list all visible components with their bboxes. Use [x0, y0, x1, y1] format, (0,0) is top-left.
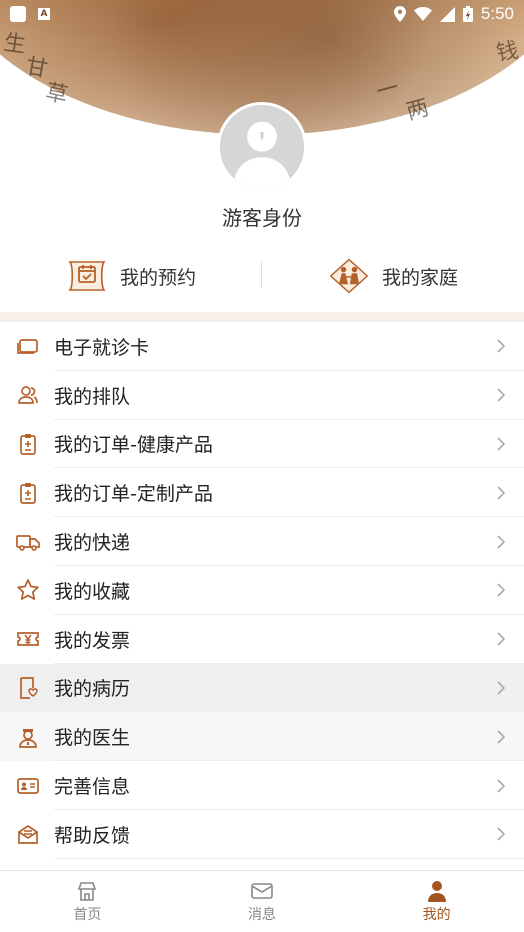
family-icon	[329, 258, 369, 294]
chevron-right-icon	[497, 388, 506, 402]
bottom-nav: 首页 消息 我的	[0, 870, 524, 932]
menu-item-label: 我的收藏	[54, 580, 131, 603]
doctor-icon	[16, 725, 40, 749]
menu-item-label: 我的排队	[54, 385, 131, 408]
divider	[54, 857, 524, 859]
menu-item-label: 我的订单-健康产品	[54, 434, 213, 457]
queue-people-icon	[16, 383, 40, 407]
menu-item-order-health[interactable]: 我的订单-健康产品	[0, 419, 524, 469]
chevron-right-icon	[497, 437, 506, 451]
nav-mine-label: 我的	[422, 906, 451, 923]
nav-home-label: 首页	[73, 906, 102, 923]
feedback-mail-icon	[16, 822, 40, 846]
order-clipboard-icon	[16, 481, 40, 505]
wifi-icon	[413, 7, 432, 21]
banner-char: 生	[2, 30, 28, 59]
menu-item-label: 我的病历	[54, 678, 131, 701]
calendar-scroll-icon	[68, 261, 106, 291]
avatar[interactable]	[217, 102, 307, 192]
menu-item-medical-card[interactable]: 电子就诊卡	[0, 322, 524, 371]
status-time: 5:50	[480, 4, 514, 23]
signal-icon	[439, 6, 455, 22]
menu-item-label: 电子就诊卡	[54, 336, 150, 359]
menu-item-queue[interactable]: 我的排队	[0, 370, 524, 420]
chevron-right-icon	[497, 827, 506, 841]
family-label: 我的家庭	[381, 266, 458, 289]
nav-messages-label: 消息	[248, 906, 276, 923]
battery-icon	[462, 6, 473, 22]
quick-divider	[261, 262, 262, 288]
family-button[interactable]: 我的家庭	[262, 248, 524, 304]
nav-messages[interactable]: 消息	[175, 871, 350, 932]
chevron-right-icon	[497, 632, 506, 646]
menu-item-label: 我的订单-定制产品	[54, 483, 213, 506]
chevron-right-icon	[497, 339, 506, 353]
menu-item-label: 帮助反馈	[54, 824, 131, 847]
id-card-icon	[16, 774, 40, 798]
order-clipboard-icon	[16, 432, 40, 456]
person-icon	[427, 880, 446, 902]
nav-mine[interactable]: 我的	[349, 871, 524, 932]
chevron-right-icon	[497, 730, 506, 744]
chevron-right-icon	[497, 778, 506, 793]
menu-item-label: 我的医生	[54, 727, 131, 750]
appointment-button[interactable]: 我的预约	[0, 248, 262, 304]
chevron-right-icon	[497, 583, 506, 597]
chevron-right-icon	[497, 535, 506, 549]
menu-item-medical-record[interactable]: 我的病历	[0, 663, 524, 713]
quick-actions: 我的预约 我的家庭	[0, 248, 524, 304]
menu-item-order-custom[interactable]: 我的订单-定制产品	[0, 468, 524, 518]
chevron-right-icon	[497, 486, 506, 500]
menu-item-favorites[interactable]: 我的收藏	[0, 565, 524, 615]
truck-icon	[16, 530, 40, 554]
notification-square-icon	[10, 6, 26, 22]
mail-icon	[251, 882, 273, 899]
card-icon	[16, 334, 40, 358]
menu-item-invoice[interactable]: 我的发票	[0, 614, 524, 664]
menu-list: 电子就诊卡 我的排队 我的订单-健康产品 我的订单-定制产品 我的快递 我的收藏…	[0, 322, 524, 859]
menu-item-label: 完善信息	[54, 776, 131, 799]
menu-item-label: 我的快递	[54, 532, 131, 555]
section-separator	[0, 312, 524, 322]
star-icon	[16, 578, 40, 602]
menu-item-complete-info[interactable]: 完善信息	[0, 761, 524, 810]
menu-item-doctor[interactable]: 我的医生	[0, 712, 524, 762]
home-icon	[78, 881, 97, 901]
notification-a-icon: A	[38, 8, 50, 20]
nav-home[interactable]: 首页	[0, 871, 175, 932]
menu-item-label: 我的发票	[54, 629, 131, 652]
status-bar: A 5:50	[0, 0, 524, 28]
menu-item-help-feedback[interactable]: 帮助反馈	[0, 809, 524, 859]
appointment-label: 我的预约	[119, 266, 196, 289]
chevron-right-icon	[497, 681, 506, 695]
default-avatar-icon	[220, 105, 304, 189]
menu-item-express[interactable]: 我的快递	[0, 517, 524, 566]
profile-name: 游客身份	[222, 206, 302, 230]
location-icon	[393, 6, 406, 22]
invoice-ticket-icon	[16, 627, 40, 651]
medical-record-icon	[16, 676, 40, 700]
